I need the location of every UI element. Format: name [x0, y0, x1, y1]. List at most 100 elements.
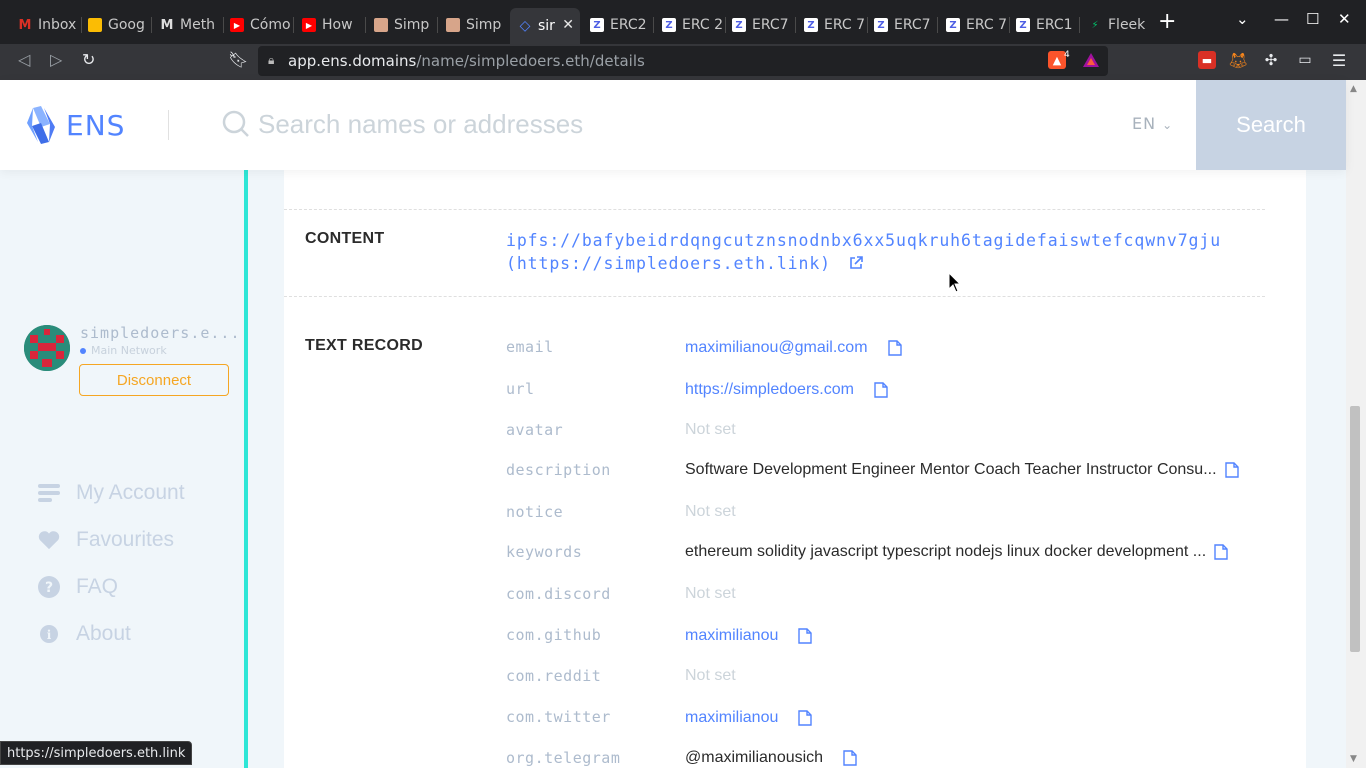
tab-label: sir	[538, 18, 555, 34]
wallet-icon[interactable]: ▭	[1296, 51, 1314, 69]
copy-icon[interactable]	[798, 628, 813, 644]
gmail-icon: M	[18, 17, 32, 33]
copy-icon[interactable]	[1214, 544, 1228, 560]
browser-tab[interactable]: ▶ Cómo	[222, 10, 292, 40]
browser-tab[interactable]: ⚡ Fleek	[1080, 10, 1150, 40]
record-key: avatar	[506, 421, 564, 439]
tab-label: ERC 2	[682, 17, 724, 33]
scroll-up-icon[interactable]: ▲	[1350, 84, 1357, 94]
copy-icon[interactable]	[1224, 462, 1239, 478]
copy-icon[interactable]	[887, 340, 902, 356]
reload-icon[interactable]: ↻	[82, 50, 95, 69]
record-value: Not set	[685, 421, 736, 438]
close-tab-icon[interactable]: ✕	[562, 17, 574, 33]
google-keep-icon	[88, 18, 102, 32]
browser-tab[interactable]: M Meth	[152, 10, 222, 40]
sidebar-item-my-account[interactable]: My Account	[38, 481, 185, 505]
brave-rewards-icon[interactable]	[1082, 51, 1100, 69]
svg-text:?: ?	[45, 580, 53, 596]
mouse-cursor-icon	[948, 272, 962, 293]
tab-label: ERC7	[894, 17, 931, 33]
browser-tab[interactable]: Simp	[366, 10, 436, 40]
language-selector[interactable]: EN ⌄	[1132, 114, 1173, 133]
record-value: Not set	[685, 667, 736, 684]
record-key: org.telegram	[506, 749, 621, 767]
tab-label: ERC7	[752, 17, 789, 33]
menu-icon[interactable]: ☰	[1330, 51, 1348, 70]
copy-icon[interactable]	[798, 710, 813, 726]
content-label: CONTENT	[305, 230, 385, 247]
record-value: Not set	[685, 503, 736, 520]
tab-label: Simp	[394, 17, 430, 33]
bookmark-icon[interactable]: 🔖︎	[228, 50, 248, 69]
extensions-puzzle-icon[interactable]: ✣	[1262, 51, 1280, 69]
search-button[interactable]: Search	[1196, 80, 1346, 170]
status-url-tooltip: https://simpledoers.eth.link	[0, 741, 193, 765]
record-value: Software Development Engineer Mentor Coa…	[685, 461, 1217, 478]
ens-header: ENS EN ⌄ Search	[0, 80, 1346, 170]
search-input[interactable]	[258, 102, 1108, 146]
minimize-icon[interactable]: —	[1274, 10, 1289, 28]
zeppelin-icon: Z	[1016, 18, 1030, 32]
record-value[interactable]: https://simpledoers.com	[685, 381, 854, 399]
sidebar-item-about[interactable]: i About	[38, 622, 131, 646]
tab-label: Meth	[180, 17, 216, 33]
forward-icon[interactable]: ▷	[50, 50, 62, 69]
svg-text:i: i	[47, 628, 52, 642]
sidebar-item-label: FAQ	[76, 575, 119, 598]
profile-icon	[446, 18, 460, 32]
tab-label: Inbox	[38, 17, 77, 33]
external-link-icon[interactable]	[848, 255, 864, 271]
new-tab-button[interactable]: +	[1158, 11, 1176, 33]
browser-tab[interactable]: Z ERC1	[1008, 10, 1078, 40]
content-hash-link[interactable]: ipfs://bafybeidrdqngcutznsnodnbx6xx5uqkr…	[506, 229, 1221, 275]
back-icon[interactable]: ◁	[18, 50, 30, 69]
browser-tab[interactable]: Z ERC2	[582, 10, 652, 40]
zeppelin-icon: Z	[804, 18, 818, 32]
zeppelin-icon: Z	[946, 18, 960, 32]
url-host: app.ens.domains	[288, 52, 417, 70]
sidebar-item-label: Favourites	[76, 528, 175, 551]
sidebar-item-favourites[interactable]: Favourites	[38, 528, 174, 552]
scrollbar-thumb[interactable]	[1350, 406, 1360, 652]
ens-logo[interactable]: ENS	[24, 105, 125, 145]
browser-tab[interactable]: ◇ sir ✕	[510, 8, 580, 44]
chevron-down-icon: ⌄	[1162, 118, 1174, 132]
record-key: description	[506, 461, 611, 479]
search-icon	[222, 110, 249, 137]
record-value: @maximilianousich	[685, 749, 824, 766]
record-value[interactable]: maximilianou	[685, 627, 778, 645]
tab-label: ERC2	[610, 17, 647, 33]
browser-tab[interactable]: Z ERC7	[724, 10, 794, 40]
avatar	[24, 325, 70, 371]
browser-tab[interactable]: M Inbox	[10, 10, 80, 40]
metamask-icon[interactable]: 🦊︎	[1228, 51, 1248, 70]
maximize-icon[interactable]: ☐	[1306, 10, 1319, 28]
copy-icon[interactable]	[843, 750, 857, 766]
browser-tab[interactable]: Z ERC 7	[938, 10, 1008, 40]
zeppelin-icon: Z	[874, 18, 888, 32]
browser-tab[interactable]: ▶ How	[294, 10, 364, 40]
tab-search-icon[interactable]: ⌄	[1236, 10, 1249, 28]
browser-tab[interactable]: Z ERC 2	[654, 10, 724, 40]
browser-tab[interactable]: Z ERC7	[866, 10, 936, 40]
fleek-icon: ⚡	[1091, 19, 1099, 31]
sidebar-item-faq[interactable]: ? FAQ	[38, 575, 118, 599]
zeppelin-icon: Z	[590, 18, 604, 32]
extension-red-icon[interactable]: ▬	[1198, 51, 1216, 69]
record-key: com.github	[506, 626, 602, 644]
browser-tab[interactable]: Goog	[80, 10, 150, 40]
copy-icon[interactable]	[874, 382, 888, 398]
text-record-label: TEXT RECORD	[305, 337, 423, 354]
tab-label: ERC1	[1036, 17, 1073, 33]
address-bar[interactable]: 🔒︎ app.ens.domains/name/simpledoers.eth/…	[258, 46, 1108, 76]
browser-tab[interactable]: Z ERC 7	[796, 10, 866, 40]
disconnect-button[interactable]: Disconnect	[79, 364, 229, 396]
record-value[interactable]: maximilianou@gmail.com	[685, 339, 868, 357]
url-path: /name/simpledoers.eth/details	[416, 52, 645, 70]
browser-tab[interactable]: Simp	[438, 10, 508, 40]
record-value[interactable]: maximilianou	[685, 709, 778, 727]
content-gateway-link[interactable]: (https://simpledoers.eth.link)	[506, 254, 831, 273]
scroll-down-icon[interactable]: ▼	[1350, 754, 1357, 764]
close-window-icon[interactable]: ✕	[1338, 10, 1351, 28]
